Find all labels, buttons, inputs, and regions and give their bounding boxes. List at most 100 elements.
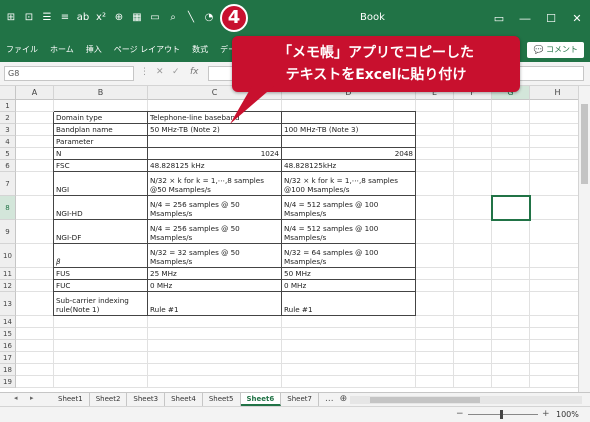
cell-B12[interactable]: FUC [54, 280, 148, 292]
cell-F2[interactable] [454, 112, 492, 124]
cell-H5[interactable] [530, 148, 578, 160]
zoom-out-button[interactable]: − [456, 409, 464, 419]
cell-F17[interactable] [454, 352, 492, 364]
cell-G17[interactable] [492, 352, 530, 364]
cell-G12[interactable] [492, 280, 530, 292]
cell-E2[interactable] [416, 112, 454, 124]
cell-F7[interactable] [454, 172, 492, 196]
cell-D6[interactable]: 48.828125kHz [282, 160, 416, 172]
cell-E5[interactable] [416, 148, 454, 160]
cell-B4[interactable]: Parameter [54, 136, 148, 148]
cell-E16[interactable] [416, 340, 454, 352]
cell-G6[interactable] [492, 160, 530, 172]
worksheet-grid[interactable]: A B C D E F G H 1 2 Domain type Telephone-line base… [0, 86, 578, 392]
chart-icon[interactable]: ◔ [202, 11, 216, 25]
cell-H3[interactable] [530, 124, 578, 136]
cell-E17[interactable] [416, 352, 454, 364]
cell-C9[interactable]: N/4 = 256 samples @ 50 Msamples/s [148, 220, 282, 244]
insert-function-button[interactable]: fx [190, 67, 199, 77]
cell-C13[interactable]: Rule #1 [148, 292, 282, 316]
cell-G16[interactable] [492, 340, 530, 352]
row-header-2[interactable]: 2 [0, 112, 16, 124]
cell-A13[interactable] [16, 292, 54, 316]
align-justify-icon[interactable]: ≡ [58, 11, 72, 25]
cell-F18[interactable] [454, 364, 492, 376]
cell-C19[interactable] [148, 376, 282, 388]
cell-D13[interactable]: Rule #1 [282, 292, 416, 316]
cell-E9[interactable] [416, 220, 454, 244]
row-header-15[interactable]: 15 [0, 328, 16, 340]
cell-D9[interactable]: N/4 = 512 samples @ 100 Msamples/s [282, 220, 416, 244]
cell-E8[interactable] [416, 196, 454, 220]
cell-G4[interactable] [492, 136, 530, 148]
cell-D11[interactable]: 50 MHz [282, 268, 416, 280]
row-header-5[interactable]: 5 [0, 148, 16, 160]
cell-H12[interactable] [530, 280, 578, 292]
row-header-1[interactable]: 1 [0, 100, 16, 112]
border-icon[interactable]: ⊡ [22, 11, 36, 25]
cell-D19[interactable] [282, 376, 416, 388]
cell-H10[interactable] [530, 244, 578, 268]
cell-B13[interactable]: Sub-carrier indexing rule(Note 1) [54, 292, 148, 316]
cell-B5[interactable]: N [54, 148, 148, 160]
cell-F11[interactable] [454, 268, 492, 280]
cell-G10[interactable] [492, 244, 530, 268]
cell-A18[interactable] [16, 364, 54, 376]
cell-E10[interactable] [416, 244, 454, 268]
cell-C17[interactable] [148, 352, 282, 364]
row-header-7[interactable]: 7 [0, 172, 16, 196]
row-header-4[interactable]: 4 [0, 136, 16, 148]
cell-A7[interactable] [16, 172, 54, 196]
comment-button[interactable]: 💬 コメント [527, 42, 584, 58]
cell-B18[interactable] [54, 364, 148, 376]
column-header-H[interactable]: H [530, 86, 578, 100]
enter-icon[interactable]: ✓ [172, 67, 180, 77]
cell-H14[interactable] [530, 316, 578, 328]
cell-H17[interactable] [530, 352, 578, 364]
cell-B3[interactable]: Bandplan name [54, 124, 148, 136]
cell-B8[interactable]: NGI-HD [54, 196, 148, 220]
align-icon[interactable]: ☰ [40, 11, 54, 25]
cell-F8[interactable] [454, 196, 492, 220]
row-header-12[interactable]: 12 [0, 280, 16, 292]
cell-G2[interactable] [492, 112, 530, 124]
cell-H18[interactable] [530, 364, 578, 376]
cell-E6[interactable] [416, 160, 454, 172]
row-header-6[interactable]: 6 [0, 160, 16, 172]
zoom-in-button[interactable]: + [542, 409, 550, 419]
cell-H16[interactable] [530, 340, 578, 352]
cell-E1[interactable] [416, 100, 454, 112]
cell-H19[interactable] [530, 376, 578, 388]
cell-B17[interactable] [54, 352, 148, 364]
cell-F4[interactable] [454, 136, 492, 148]
cell-A10[interactable] [16, 244, 54, 268]
cell-A2[interactable] [16, 112, 54, 124]
select-all-corner[interactable] [0, 86, 16, 100]
cell-D7[interactable]: N/32 × k for k = 1,⋯,8 samples @100 Msam… [282, 172, 416, 196]
tab-file[interactable]: ファイル [6, 44, 38, 55]
sheet-tab-sheet1[interactable]: Sheet1 [52, 393, 90, 406]
cell-C5[interactable]: 1024 [148, 148, 282, 160]
tab-formulas[interactable]: 数式 [192, 44, 208, 55]
cell-B19[interactable] [54, 376, 148, 388]
cell-D3[interactable]: 100 MHz-TB (Note 3) [282, 124, 416, 136]
cell-G14[interactable] [492, 316, 530, 328]
cell-H15[interactable] [530, 328, 578, 340]
cell-D14[interactable] [282, 316, 416, 328]
cell-G5[interactable] [492, 148, 530, 160]
cell-C7[interactable]: N/32 × k for k = 1,⋯,8 samples @50 Msamp… [148, 172, 282, 196]
cell-A14[interactable] [16, 316, 54, 328]
row-header-9[interactable]: 9 [0, 220, 16, 244]
cell-A6[interactable] [16, 160, 54, 172]
cell-F3[interactable] [454, 124, 492, 136]
search-icon[interactable]: ⌕ [166, 11, 180, 25]
cell-D5[interactable]: 2048 [282, 148, 416, 160]
cell-A5[interactable] [16, 148, 54, 160]
cell-D18[interactable] [282, 364, 416, 376]
superscript-icon[interactable]: x² [94, 11, 108, 25]
cell-A16[interactable] [16, 340, 54, 352]
cell-C12[interactable]: 0 MHz [148, 280, 282, 292]
cell-A15[interactable] [16, 328, 54, 340]
table-icon[interactable]: ▦ [130, 11, 144, 25]
cell-C6[interactable]: 48.828125 kHz [148, 160, 282, 172]
